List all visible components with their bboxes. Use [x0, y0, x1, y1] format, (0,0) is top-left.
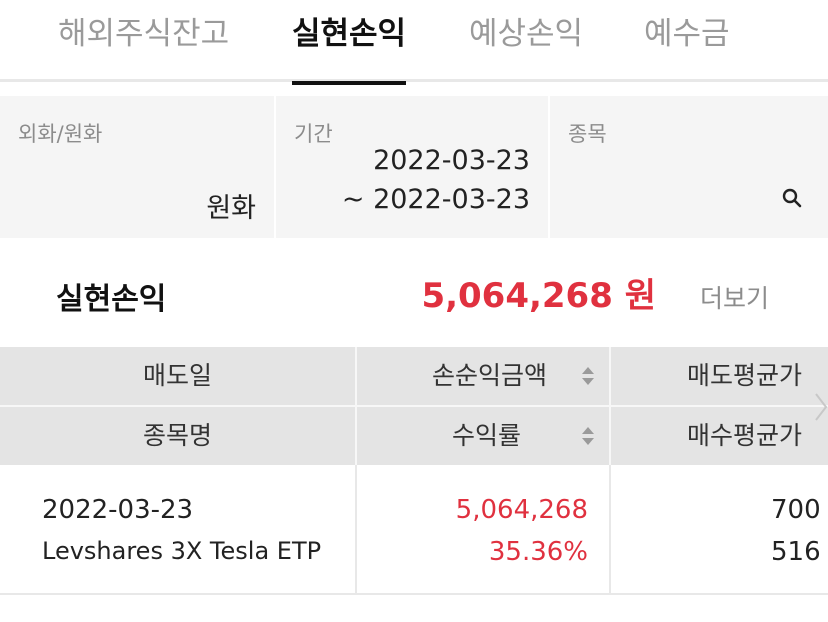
table-header-row-1: 매도일 손순익금액 매도평균가	[0, 347, 828, 407]
row-return-rate: 35.36%	[488, 537, 588, 567]
sort-icon[interactable]	[581, 425, 595, 447]
header-return-rate-cell[interactable]: 수익률	[357, 407, 609, 465]
period-to: ~ 2022-03-23	[341, 184, 530, 215]
sort-icon[interactable]	[581, 365, 595, 387]
row-net-profit: 5,064,268	[455, 495, 588, 525]
tab-realized-pnl[interactable]: 실현손익	[292, 12, 407, 85]
stock-filter[interactable]: 종목	[550, 96, 828, 238]
header-sell-date: 매도일	[142, 361, 212, 390]
tab-overseas-balance[interactable]: 해외주식잔고	[58, 12, 229, 82]
more-button[interactable]: 더보기	[700, 279, 769, 315]
header-sell-avg: 매도평균가	[686, 361, 802, 390]
summary-title: 실현손익	[56, 282, 167, 317]
row-divider	[609, 465, 611, 595]
row-buy-avg: 516	[771, 537, 821, 567]
table-row[interactable]: 2022-03-23 Levshares 3X Tesla ETP 5,064,…	[0, 465, 828, 595]
header-net-profit-cell[interactable]: 손순익금액	[357, 347, 609, 405]
tab-expected-pnl[interactable]: 예상손익	[469, 12, 583, 82]
tab-bar: 해외주식잔고 실현손익 예상손익 예수금	[0, 0, 828, 85]
header-stock-name: 종목명	[142, 421, 212, 450]
filter-panel: 외화/원화 원화 기간 2022-03-23 ~ 2022-03-23 종목	[0, 96, 828, 238]
tab-deposit[interactable]: 예수금	[644, 12, 730, 82]
chevron-right-icon[interactable]	[814, 392, 828, 422]
row-divider	[355, 465, 357, 595]
header-return-rate: 수익률	[451, 421, 521, 450]
table-header-row-2: 종목명 수익률 매수평균가	[0, 407, 828, 465]
header-net-profit: 손순익금액	[431, 361, 547, 390]
header-sell-avg-cell: 매도평균가	[611, 347, 828, 405]
currency-filter-label: 외화/원화	[18, 122, 103, 146]
currency-filter-value: 원화	[206, 193, 256, 224]
realized-pnl-screen: 해외주식잔고 실현손익 예상손익 예수금 외화/원화 원화 기간 2022-03…	[0, 0, 828, 622]
search-icon[interactable]	[782, 188, 802, 208]
row-stock-name: Levshares 3X Tesla ETP	[42, 537, 322, 565]
header-buy-avg-cell: 매수평균가	[611, 407, 828, 465]
stock-filter-label: 종목	[568, 122, 607, 146]
row-sell-date: 2022-03-23	[42, 495, 194, 525]
period-filter-label: 기간	[294, 122, 333, 146]
period-filter[interactable]: 기간 2022-03-23 ~ 2022-03-23	[276, 96, 550, 238]
total-realized-pnl: 5,064,268 원	[421, 276, 656, 316]
currency-filter[interactable]: 외화/원화 원화	[0, 96, 276, 238]
header-buy-avg: 매수평균가	[686, 421, 802, 450]
row-sell-avg: 700	[771, 495, 821, 525]
period-from: 2022-03-23	[373, 145, 530, 176]
